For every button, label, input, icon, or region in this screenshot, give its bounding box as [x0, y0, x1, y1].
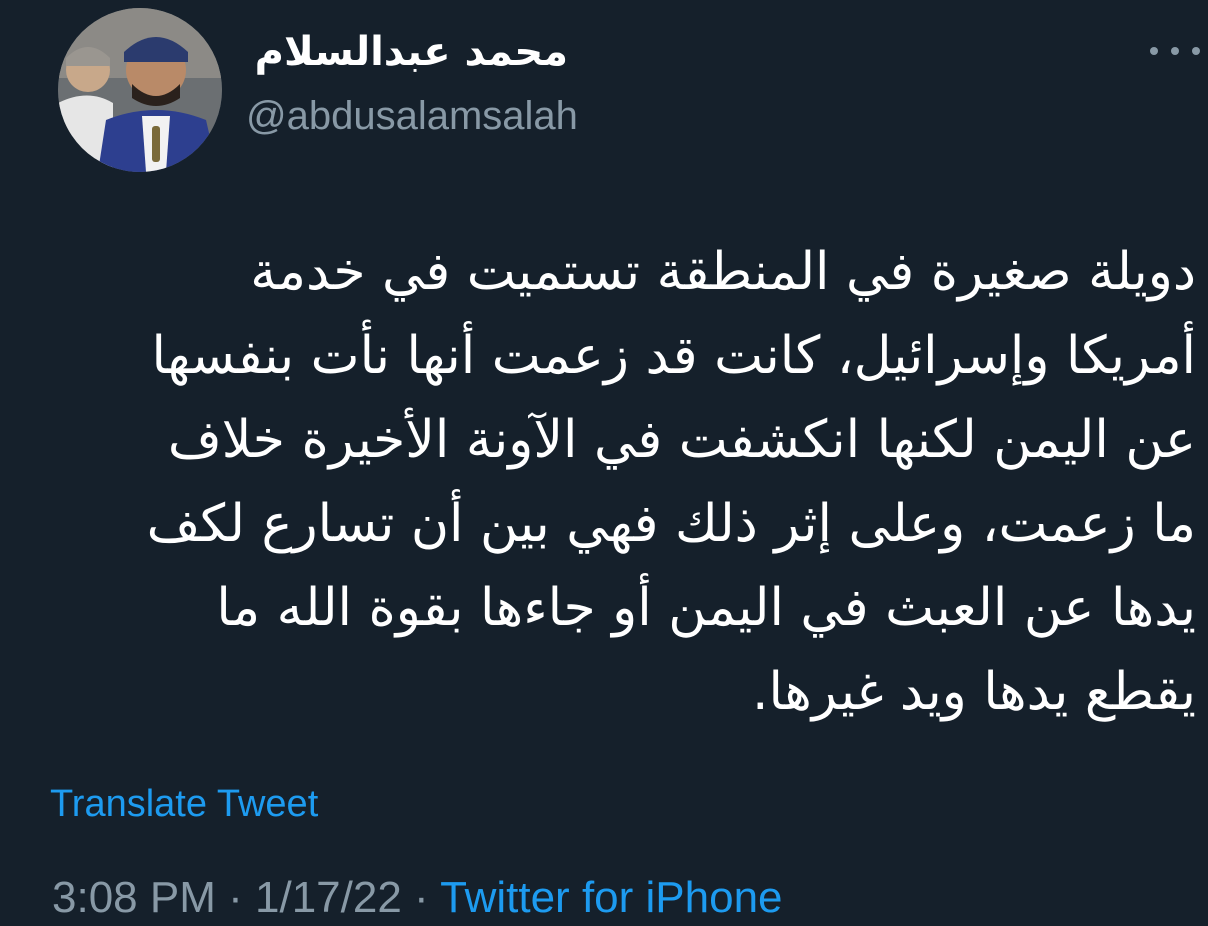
- more-horizontal-icon: [1171, 47, 1179, 55]
- tweet-text-line: يدها عن العبث في اليمن أو جاءها بقوة الل…: [216, 578, 1196, 638]
- tweet-text-line: دويلة صغيرة في المنطقة تستميت في خدمة: [250, 242, 1196, 302]
- tweet-metadata: 3:08 PM · 1/17/22 · Twitter for iPhone: [52, 868, 783, 926]
- tweet-text: دويلة صغيرة في المنطقة تستميت في خدمة أم…: [40, 230, 1196, 734]
- tweet-text-line: أمريكا وإسرائيل، كانت قد زعمت أنها نأت ب…: [151, 326, 1196, 386]
- tweet-time[interactable]: 3:08 PM: [52, 873, 216, 922]
- tweet-text-line: عن اليمن لكنها انكشفت في الآونة الأخيرة …: [167, 410, 1196, 470]
- tweet: محمد عبدالسلام @abdusalamsalah دويلة صغي…: [0, 0, 1208, 926]
- tweet-date[interactable]: 1/17/22: [255, 873, 402, 922]
- tweet-text-line: يقطع يدها ويد غيرها.: [752, 662, 1196, 722]
- display-name[interactable]: محمد عبدالسلام: [255, 22, 568, 82]
- tweet-text-line: ما زعمت، وعلى إثر ذلك فهي بين أن تسارع ل…: [146, 494, 1196, 554]
- avatar-photo: [58, 8, 222, 172]
- more-horizontal-icon: [1192, 47, 1200, 55]
- separator: ·: [414, 873, 429, 922]
- more-horizontal-icon: [1150, 47, 1158, 55]
- tweet-source-link[interactable]: Twitter for iPhone: [440, 873, 782, 922]
- more-options-button[interactable]: [1150, 36, 1200, 66]
- avatar[interactable]: [58, 8, 222, 172]
- separator: ·: [228, 873, 243, 922]
- translate-tweet-link[interactable]: Translate Tweet: [50, 778, 318, 830]
- user-handle[interactable]: @abdusalamsalah: [246, 88, 578, 144]
